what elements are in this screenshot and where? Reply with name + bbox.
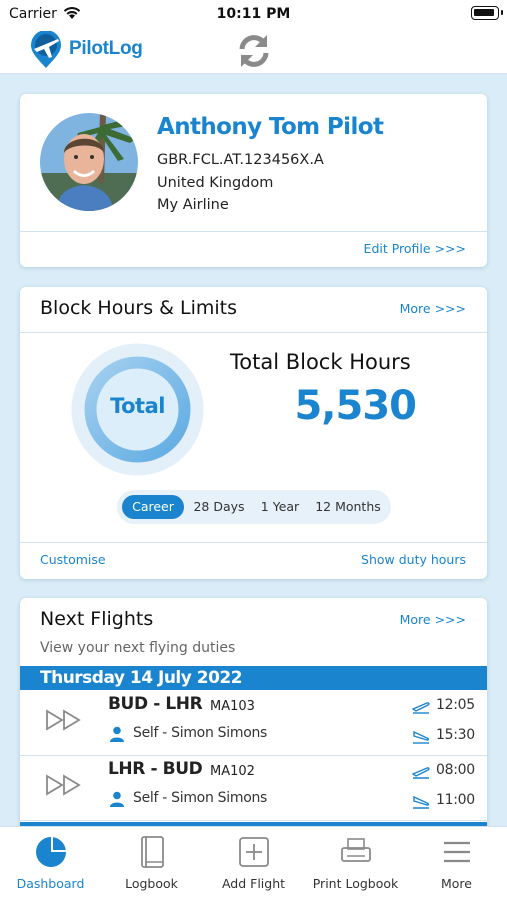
clock: 10:11 PM [216, 6, 291, 22]
tab-more[interactable]: More [406, 827, 507, 900]
next-flights-more-link[interactable]: More >>> [400, 612, 466, 627]
country: United Kingdom [157, 175, 274, 191]
status-bar: Carrier 10:11 PM [0, 0, 507, 28]
block-hours-title: Block Hours & Limits [40, 297, 237, 319]
tab-dashboard[interactable]: Dashboard [0, 827, 101, 900]
crew-label: Self - Simon Simons [133, 725, 268, 741]
avatar[interactable] [40, 113, 138, 211]
tab-print-logbook[interactable]: Print Logbook [305, 827, 406, 900]
landing-icon [413, 730, 430, 744]
total-block-hours-value: 5,530 [294, 383, 417, 429]
date-header: Thursday 14 July 2022 [20, 666, 487, 690]
divider [20, 231, 487, 232]
battery-icon [471, 6, 503, 20]
crew-label: Self - Simon Simons [133, 790, 268, 806]
block-hours-card: Block Hours & Limits More >>> Total Tota… [20, 287, 487, 579]
next-flights-subtitle: View your next flying duties [40, 640, 236, 656]
arrival-time: 11:00 [436, 792, 475, 808]
flight-route: BUD - LHR [108, 694, 203, 714]
donut-label: Total [110, 394, 165, 418]
person-icon [110, 726, 124, 742]
plus-square-icon [238, 837, 269, 867]
printer-icon [340, 838, 371, 862]
flight-row[interactable]: LHR - BUD MA102 Self - Simon Simons 08:0… [20, 757, 487, 821]
arrival-time: 15:30 [436, 727, 475, 743]
airline: My Airline [157, 197, 229, 213]
fast-forward-icon [46, 774, 81, 796]
tab-add-flight-label: Add Flight [221, 876, 286, 891]
pilotlog-logo-icon [31, 31, 61, 68]
license-number: GBR.FCL.AT.123456X.A [157, 152, 324, 168]
tab-logbook[interactable]: Logbook [101, 827, 202, 900]
landing-icon [413, 795, 430, 809]
sync-icon[interactable] [234, 31, 274, 71]
period-28-days[interactable]: 28 Days [187, 495, 251, 519]
app-header: PilotLog [0, 28, 507, 74]
divider [20, 542, 487, 543]
flight-row[interactable]: BUD - LHR MA103 Self - Simon Simons 12:0… [20, 692, 487, 756]
departure-time: 08:00 [436, 762, 475, 778]
tab-bar: Dashboard Logbook Add Flight Print Logbo… [0, 826, 507, 900]
next-flights-card: Next Flights More >>> View your next fly… [20, 598, 487, 838]
pie-chart-icon [35, 837, 66, 867]
total-block-hours-label: Total Block Hours [230, 350, 411, 374]
app-name: PilotLog [69, 38, 143, 59]
flight-number: MA102 [210, 764, 255, 779]
departure-time: 12:05 [436, 697, 475, 713]
tab-dashboard-label: Dashboard [16, 876, 85, 891]
period-12-months[interactable]: 12 Months [309, 495, 387, 519]
tab-more-label: More [441, 876, 472, 891]
period-selector: Career 28 Days 1 Year 12 Months [117, 490, 391, 524]
tab-print-logbook-label: Print Logbook [312, 876, 399, 891]
book-icon [140, 836, 164, 868]
fast-forward-icon [46, 709, 81, 731]
show-duty-hours-link[interactable]: Show duty hours [361, 552, 466, 567]
customise-link[interactable]: Customise [40, 552, 106, 567]
flight-number: MA103 [210, 699, 255, 714]
tab-logbook-label: Logbook [125, 876, 178, 891]
takeoff-icon [412, 702, 430, 714]
block-hours-more-link[interactable]: More >>> [400, 301, 466, 316]
next-flights-title: Next Flights [40, 608, 154, 630]
period-career[interactable]: Career [122, 495, 184, 519]
flight-route: LHR - BUD [108, 759, 203, 779]
date-header-label: Thursday 14 July 2022 [40, 668, 243, 688]
pilot-name: Anthony Tom Pilot [157, 114, 384, 140]
menu-icon [443, 841, 470, 863]
takeoff-icon [412, 767, 430, 779]
tab-add-flight[interactable]: Add Flight [202, 827, 305, 900]
profile-card: Anthony Tom Pilot GBR.FCL.AT.123456X.A U… [20, 94, 487, 267]
edit-profile-link[interactable]: Edit Profile >>> [364, 241, 466, 256]
person-icon [110, 791, 124, 807]
divider [20, 332, 487, 333]
period-1-year[interactable]: 1 Year [253, 495, 307, 519]
